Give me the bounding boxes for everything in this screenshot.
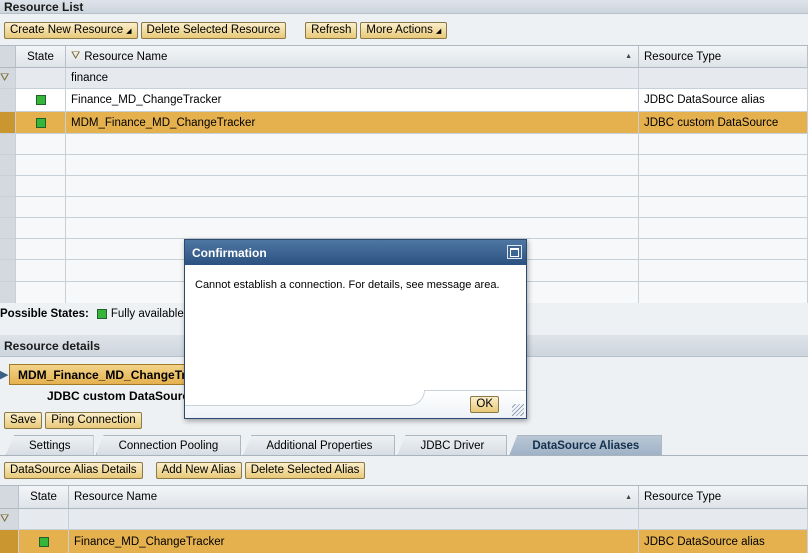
alias-toolbar: DataSource Alias Details Add New Alias D… — [0, 457, 808, 483]
alias-table: State Resource Name ▲ Resource Type ⛛ Fin… — [0, 485, 808, 553]
resize-grip-icon[interactable] — [512, 404, 524, 416]
possible-states-label: Possible States: — [0, 308, 89, 320]
dialog-message: Cannot establish a connection. For detai… — [195, 279, 500, 291]
alias-details-button[interactable]: DataSource Alias Details — [4, 461, 143, 479]
selected-resource-type: JDBC custom DataSource — [47, 389, 196, 403]
delete-alias-button[interactable]: Delete Selected Alias — [244, 461, 366, 479]
sort-icon[interactable]: ▲ — [625, 53, 632, 60]
type-column-header[interactable]: Resource Type — [639, 46, 808, 68]
state-indicator-icon — [35, 95, 46, 105]
table-row — [0, 197, 808, 218]
dropdown-caret-icon: ◢ — [435, 27, 442, 35]
delete-resource-button[interactable]: Delete Selected Resource — [140, 21, 287, 39]
table-header: State Resource Name ▲ Resource Type — [0, 486, 808, 509]
sort-icon[interactable]: ▲ — [625, 494, 632, 501]
type-filter-input[interactable] — [639, 68, 808, 89]
dropdown-caret-icon: ◢ — [126, 27, 132, 35]
table-row[interactable]: Finance_MD_ChangeTracker JDBC DataSource… — [0, 530, 808, 553]
table-row — [0, 176, 808, 197]
details-tabs: Settings Connection Pooling Additional P… — [0, 434, 808, 456]
state-indicator-icon — [35, 117, 46, 128]
add-alias-button[interactable]: Add New Alias — [155, 461, 242, 479]
ping-connection-button[interactable]: Ping Connection — [45, 411, 142, 429]
selected-arrow-icon: ▶ — [0, 369, 9, 381]
filter-icon[interactable]: ⛛ — [0, 513, 9, 526]
maximize-icon[interactable] — [507, 245, 522, 259]
create-resource-button[interactable]: Create New Resource ◢ — [4, 21, 138, 39]
dialog-title: Confirmation — [185, 240, 526, 265]
name-column-header[interactable]: Resource Name ▲ — [69, 486, 639, 509]
state-column-header[interactable]: State — [19, 486, 69, 509]
table-row — [0, 134, 808, 155]
refresh-button[interactable]: Refresh — [305, 21, 358, 39]
ok-button[interactable]: OK — [470, 396, 499, 413]
filter-row: ⛛ finance — [0, 68, 808, 89]
table-row[interactable]: MDM_Finance_MD_ChangeTracker JDBC custom… — [0, 112, 808, 134]
selected-resource-name[interactable]: MDM_Finance_MD_ChangeTrac — [9, 364, 199, 385]
filter-row: ⛛ — [0, 509, 808, 530]
table-header: State ⛛ Resource Name ▲ Resource Type — [0, 46, 808, 68]
table-row[interactable]: Finance_MD_ChangeTracker JDBC DataSource… — [0, 89, 808, 112]
name-column-header[interactable]: ⛛ Resource Name ▲ — [66, 46, 639, 68]
state-indicator-icon — [96, 309, 107, 319]
tab-additional-properties[interactable]: Additional Properties — [243, 435, 396, 455]
state-column-header[interactable]: State — [16, 46, 66, 68]
tab-jdbc-driver[interactable]: JDBC Driver — [397, 435, 508, 455]
filter-icon[interactable]: ⛛ — [71, 50, 80, 63]
table-row — [0, 155, 808, 176]
state-indicator-icon — [38, 536, 49, 547]
type-column-header[interactable]: Resource Type — [639, 486, 808, 509]
table-row — [0, 218, 808, 239]
name-filter-input[interactable]: finance — [66, 68, 639, 89]
save-button[interactable]: Save — [4, 411, 43, 429]
more-actions-button[interactable]: More Actions ◢ — [360, 21, 448, 39]
name-filter-input[interactable] — [69, 509, 639, 530]
tab-connection-pooling[interactable]: Connection Pooling — [95, 435, 242, 455]
confirmation-dialog: Confirmation Cannot establish a connecti… — [184, 239, 527, 419]
resource-list-title: Resource List — [0, 0, 808, 14]
state-legend-label: Fully available — [110, 308, 184, 320]
resource-toolbar: Create New Resource ◢ Delete Selected Res… — [0, 14, 808, 46]
tab-datasource-aliases[interactable]: DataSource Aliases — [509, 435, 663, 455]
tab-settings[interactable]: Settings — [6, 435, 94, 455]
filter-icon[interactable]: ⛛ — [0, 72, 9, 85]
type-filter-input[interactable] — [639, 509, 808, 530]
